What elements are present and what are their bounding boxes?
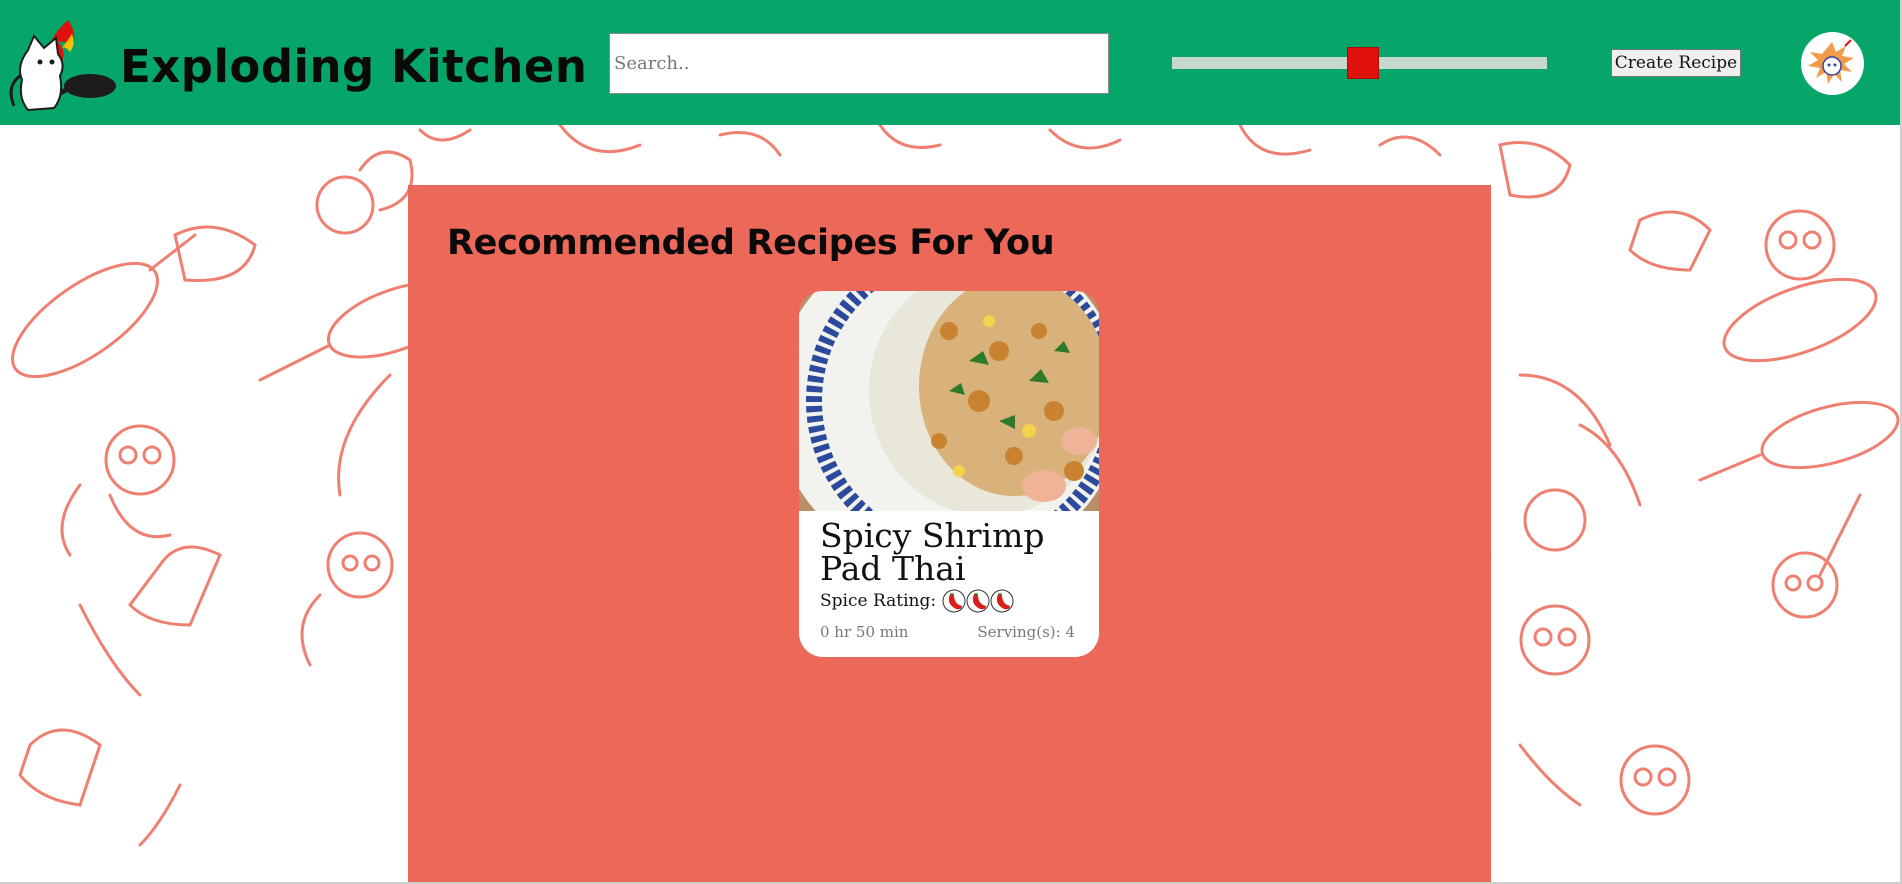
spice-slider-fill — [1172, 57, 1360, 69]
avatar[interactable] — [1801, 32, 1864, 95]
recipe-time: 0 hr 50 min — [820, 623, 909, 641]
create-recipe-button[interactable]: Create Recipe — [1611, 49, 1741, 77]
spice-rating-peppers — [942, 589, 1014, 613]
recommended-panel: Recommended Recipes For You Spicy Shrimp… — [408, 185, 1491, 882]
exploding-cat-avatar-icon — [1801, 32, 1864, 95]
spice-rating: Spice Rating: — [820, 589, 1014, 613]
site-header: Exploding Kitchen Create Recipe — [0, 0, 1900, 125]
chili-pepper-icon — [966, 589, 990, 613]
page-title: Recommended Recipes For You — [447, 223, 1055, 263]
recipe-image — [799, 291, 1099, 511]
recipe-name[interactable]: Spicy Shrimp Pad Thai — [820, 519, 1080, 585]
chili-pepper-icon — [942, 589, 966, 613]
spice-rating-label: Spice Rating: — [820, 591, 937, 611]
chili-pepper-icon — [990, 589, 1014, 613]
recipe-servings: Serving(s): 4 — [977, 623, 1075, 641]
recipe-card[interactable]: Spicy Shrimp Pad Thai Spice Rating: 0 hr… — [799, 291, 1099, 657]
site-name[interactable]: Exploding Kitchen — [120, 40, 587, 93]
cat-with-flaming-pan-icon[interactable] — [6, 16, 118, 116]
search-input[interactable] — [609, 33, 1109, 94]
spice-slider-thumb[interactable] — [1346, 47, 1379, 79]
